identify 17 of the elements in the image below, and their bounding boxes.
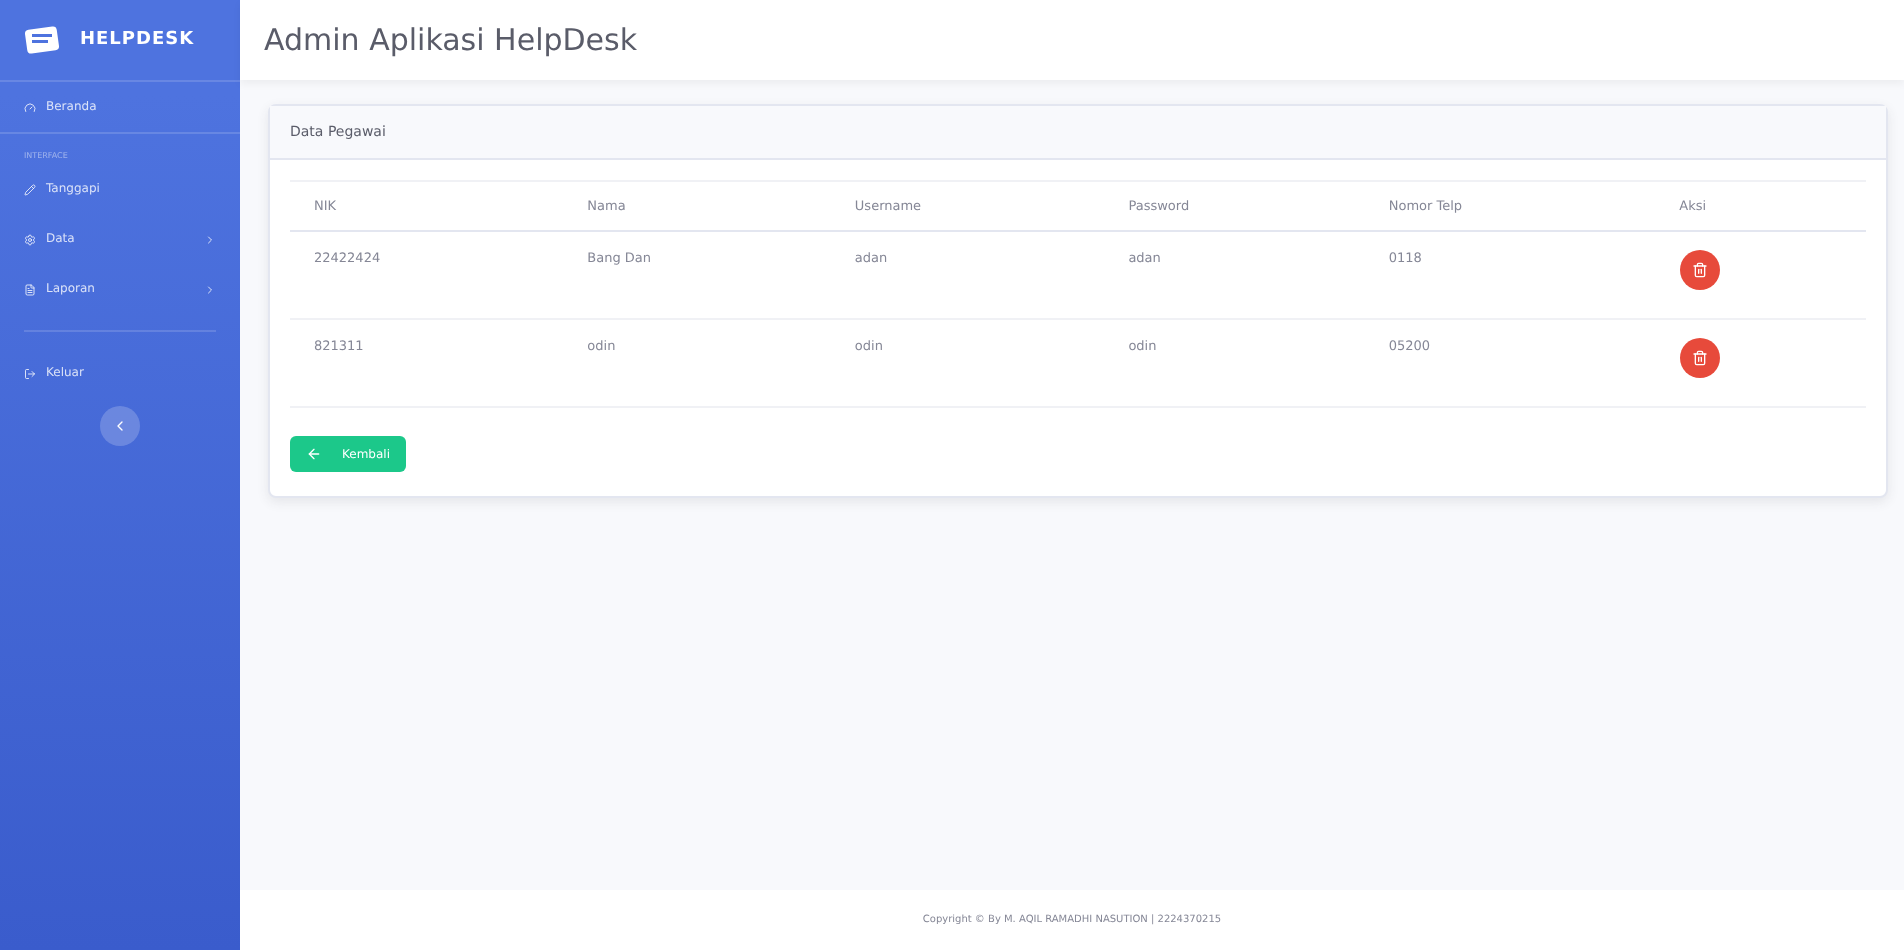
delete-button[interactable] bbox=[1679, 250, 1720, 290]
logout-icon bbox=[24, 367, 36, 379]
chevron-right-icon bbox=[204, 233, 216, 245]
chevron-right-icon bbox=[204, 283, 216, 295]
chevron-left-icon bbox=[112, 418, 128, 434]
logo-icon bbox=[24, 26, 60, 54]
gear-icon bbox=[24, 233, 36, 245]
arrow-left-icon bbox=[306, 446, 322, 462]
delete-button[interactable] bbox=[1679, 338, 1720, 378]
pencil-icon bbox=[24, 183, 36, 195]
sidebar-toggle-button[interactable] bbox=[100, 406, 140, 446]
trash-icon bbox=[1691, 262, 1708, 278]
gauge-icon bbox=[24, 101, 36, 113]
trash-icon bbox=[1691, 350, 1708, 366]
brand-name: HELPDESK bbox=[80, 30, 195, 50]
page-title: Admin Aplikasi HelpDesk bbox=[264, 22, 638, 58]
document-icon bbox=[24, 283, 36, 295]
